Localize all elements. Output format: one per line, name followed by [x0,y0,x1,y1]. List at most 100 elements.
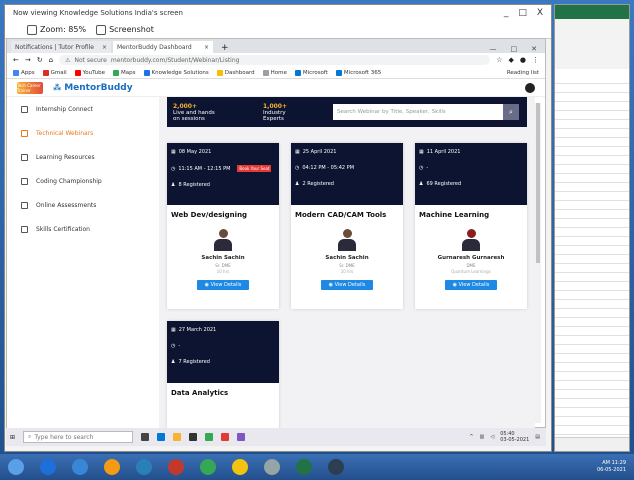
sidebar-item-assessments[interactable]: Online Assessments [7,193,159,217]
scrollbar-thumb[interactable] [536,103,540,263]
sidebar-item-label: Online Assessments [36,201,97,209]
extensions-icon[interactable]: ◆ [509,56,514,64]
file-explorer-icon[interactable] [173,433,182,441]
restore-button[interactable]: □ [518,8,527,18]
book-seat-badge[interactable]: Book Your Seat [237,165,272,172]
remote-clock[interactable]: 05:40 03-05-2021 [500,431,529,443]
new-tab-button[interactable]: + [215,43,235,53]
reading-list[interactable]: Reading list [507,70,545,76]
bookmark-maps[interactable]: Maps [113,69,136,76]
minimize-button[interactable]: _ [504,8,509,18]
host-clock[interactable]: AM 11:29 06-05-2021 [597,460,634,474]
search-input[interactable]: Search Webinar by Title, Speaker, Skills [333,104,503,120]
card-header: ▦ 27 March 2021 ◷ - ♟ 7 Registered [167,321,279,383]
microsoft-icon [294,69,301,76]
tray-up-icon[interactable]: ^ [469,434,473,440]
browser-restore-icon[interactable]: □ [511,45,518,53]
home-icon[interactable]: ⌂ [49,56,53,64]
registered-count: 7 Registered [178,359,210,365]
star-icon[interactable]: ☆ [496,56,502,64]
webinar-icon [21,129,28,137]
browser-minimize-icon[interactable]: — [490,45,497,53]
sidebar-item-coding[interactable]: Coding Championship [7,169,159,193]
browser-close-icon[interactable]: ✕ [531,45,537,53]
code-icon [21,177,28,185]
sidebar-item-label: Learning Resources [36,153,95,161]
notifications-icon[interactable]: ▤ [535,434,540,440]
webinar-banner: 2,000+ Live and hands on sessions 1,000+… [167,97,527,127]
bookmark-knowledge[interactable]: Knowledge Solutions [143,69,209,76]
brand-link[interactable]: ⁂ MentorBuddy [53,83,133,93]
folder-icon[interactable] [104,459,120,475]
webinar-card[interactable]: ▦ 27 March 2021 ◷ - ♟ 7 Registered Data Ana… [167,321,279,429]
bookmark-apps[interactable]: Apps [13,69,35,76]
app-icon[interactable] [232,459,248,475]
edge-icon[interactable] [157,433,166,441]
windows-start-icon[interactable]: ⊞ [10,434,15,441]
close-tab-icon[interactable]: × [102,44,107,51]
ie-icon[interactable] [40,459,56,475]
screenshot-button[interactable]: Screenshot [96,24,154,35]
bookmark-microsoft365[interactable]: Microsoft 365 [335,69,381,76]
reload-icon[interactable]: ↻ [37,56,43,64]
volume-icon[interactable]: ◁ [490,434,494,440]
close-tab-icon[interactable]: × [204,44,209,51]
profile-avatar-icon[interactable]: ● [520,56,526,64]
back-icon[interactable]: ← [13,56,19,64]
webinar-card[interactable]: ▦ 25 April 2021 ◷ 04:12 PM - 05:42 PM ♟ 2 R… [291,143,403,309]
webinar-card[interactable]: ▦ 08 May 2021 ◷ 11:15 AM - 12:15 PM Book Yo… [167,143,279,309]
sidebar-item-learning[interactable]: Learning Resources [7,145,159,169]
search-icon[interactable]: ⌕ [503,104,519,120]
url-field[interactable]: ⚠ Not secure mentorbuddy.com/Student/Web… [59,55,491,65]
chrome-icon[interactable] [200,459,216,475]
webinar-card[interactable]: ▦ 11 April 2021 ◷ - ♟ 69 Registered Machine… [415,143,527,309]
zoom-button[interactable]: Zoom: 85% [27,24,86,35]
excel-grid[interactable] [555,75,629,437]
close-button[interactable]: X [537,8,543,18]
excel-icon[interactable] [296,459,312,475]
calendar-icon: ▦ [419,149,424,155]
mentor-name: Sachin Sachin [325,255,369,261]
page-scrollbar[interactable] [535,103,541,423]
app-icon[interactable] [72,459,88,475]
bookmark-icon [216,69,223,76]
mentor-role: Sr. DME [215,263,231,268]
bookmark-label: Microsoft [302,69,328,76]
bookmark-home[interactable]: Home [262,69,287,76]
app-icon[interactable] [136,459,152,475]
site-logo[interactable]: Tech Career Trainer [17,81,43,94]
app-icon[interactable] [168,459,184,475]
warning-icon: ⚠ [65,56,71,64]
task-view-icon[interactable] [141,433,150,441]
view-details-button[interactable]: ◉ View Details [320,280,374,290]
bookmark-gmail[interactable]: Gmail [42,69,67,76]
network-icon[interactable]: ▥ [480,434,485,440]
tab-notifications[interactable]: Notifications | Tutor Profile × [11,41,111,53]
briefcase-icon [21,105,28,113]
sidebar-item-internship[interactable]: Internship Connect [7,97,159,121]
bookmark-youtube[interactable]: YouTube [74,69,105,76]
app-icon[interactable] [237,433,246,441]
users-icon: ♟ [171,182,176,188]
bookmark-icon [262,69,269,76]
tab-dashboard[interactable]: MentorBuddy Dashboard × [113,41,213,53]
view-details-button[interactable]: ◉ View Details [196,280,250,290]
taskbar-search-input[interactable]: ⌕ Type here to search [23,431,134,443]
sidebar-item-webinars[interactable]: Technical Webinars [7,121,159,145]
app-icon[interactable] [221,433,230,441]
app-icon[interactable] [328,459,344,475]
desktop: Now viewing Knowledge Solutions India's … [0,0,634,480]
forward-icon[interactable]: → [25,56,31,64]
bookmark-dashboard[interactable]: Dashboard [216,69,255,76]
view-details-button[interactable]: ◉ View Details [444,280,498,290]
menu-icon[interactable]: ⋮ [532,56,539,64]
people-icon: ⁂ [53,83,62,92]
sidebar-item-certification[interactable]: Skills Certification [7,217,159,241]
user-profile-icon[interactable] [525,82,535,93]
app-icon[interactable] [264,459,280,475]
stat-experts: 1,000+ Industry Experts [263,103,293,122]
chrome-icon[interactable] [205,433,214,441]
store-icon[interactable] [189,433,198,441]
bookmark-microsoft[interactable]: Microsoft [294,69,328,76]
start-orb-icon[interactable] [8,459,24,475]
